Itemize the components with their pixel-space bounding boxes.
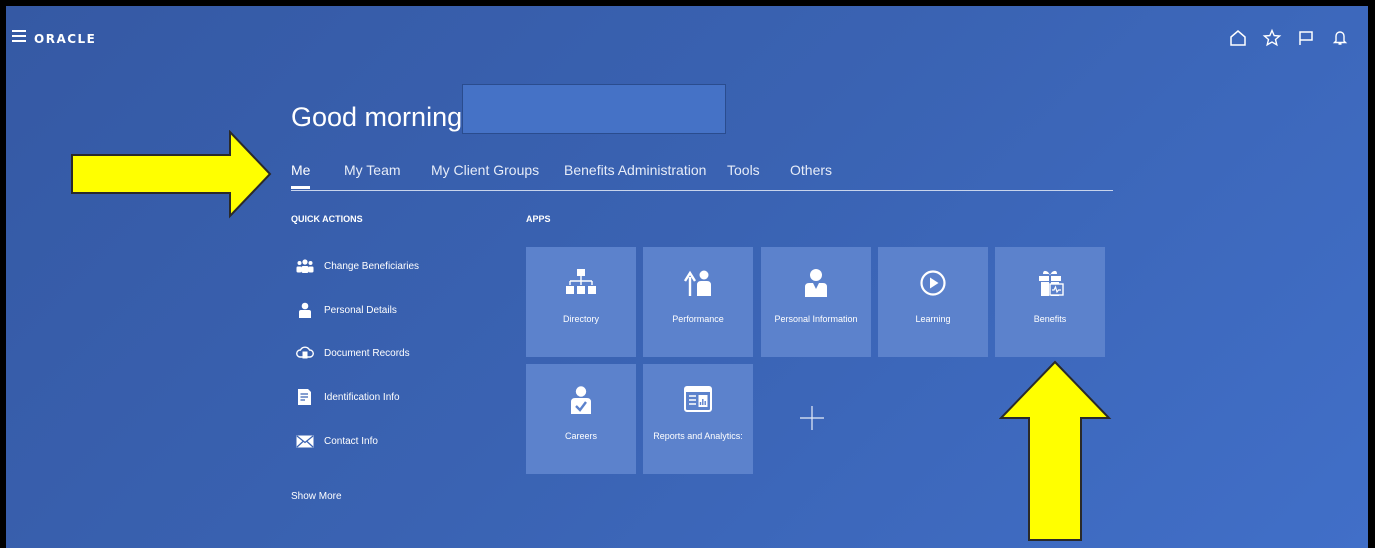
tile-label: Reports and Analytics: — [653, 431, 743, 441]
oracle-logo: ORACLE — [34, 32, 97, 46]
quick-action-label: Identification Info — [324, 391, 400, 403]
quick-action-personal-details[interactable]: Personal Details — [296, 301, 397, 319]
annotation-arrow-right — [71, 130, 272, 219]
quick-action-label: Personal Details — [324, 304, 397, 316]
tab-benefits-administration[interactable]: Benefits Administration — [564, 162, 706, 178]
star-icon[interactable] — [1262, 28, 1282, 48]
tab-my-client-groups[interactable]: My Client Groups — [431, 162, 539, 178]
top-icons — [1228, 28, 1350, 48]
annotation-arrow-up — [999, 360, 1112, 541]
flag-icon[interactable] — [1296, 28, 1316, 48]
quick-action-contact-info[interactable]: Contact Info — [296, 432, 378, 450]
top-bar: ORACLE — [6, 6, 1368, 62]
quick-action-label: Contact Info — [324, 435, 378, 447]
tile-label: Personal Information — [774, 314, 858, 324]
navigation-tabs: Me My Team My Client Groups Benefits Adm… — [291, 162, 1113, 191]
tile-label: Directory — [562, 314, 599, 324]
quick-action-label: Document Records — [324, 347, 410, 359]
cloud-document-icon — [296, 344, 314, 362]
career-icon — [526, 386, 636, 414]
apps-title: APPS — [526, 214, 551, 224]
quick-action-identification-info[interactable]: Identification Info — [296, 388, 400, 406]
people-icon — [296, 257, 314, 275]
tab-others[interactable]: Others — [790, 162, 832, 178]
play-icon — [878, 269, 988, 297]
show-more-link[interactable]: Show More — [291, 491, 342, 502]
home-icon[interactable] — [1228, 28, 1248, 48]
performance-icon — [643, 269, 753, 297]
hamburger-menu-icon[interactable] — [12, 30, 26, 42]
report-icon — [643, 386, 753, 414]
person-icon — [296, 301, 314, 319]
app-tile-performance[interactable]: Performance — [643, 247, 753, 357]
tile-label: Learning — [915, 314, 951, 324]
screenshot-frame: ORACLE Good morning, Me My Team My Clien… — [0, 0, 1375, 548]
org-chart-icon — [526, 269, 636, 297]
quick-action-document-records[interactable]: Document Records — [296, 344, 410, 362]
app-tile-personal-information[interactable]: Personal Information — [761, 247, 871, 357]
tab-me[interactable]: Me — [291, 162, 311, 189]
redacted-name-box — [462, 84, 726, 134]
app-tile-reports-and-analytics[interactable]: Reports and Analytics: — [643, 364, 753, 474]
app-tile-careers[interactable]: Careers — [526, 364, 636, 474]
tile-label: Benefits — [1033, 314, 1067, 324]
add-app-plus-icon[interactable] — [800, 406, 824, 430]
greeting-text: Good morning, — [291, 102, 470, 132]
envelope-icon — [296, 432, 314, 450]
app-tile-learning[interactable]: Learning — [878, 247, 988, 357]
tile-label: Performance — [672, 314, 724, 324]
quick-action-label: Change Beneficiaries — [324, 260, 420, 272]
tab-my-team[interactable]: My Team — [344, 162, 401, 178]
bell-icon[interactable] — [1330, 28, 1350, 48]
quick-action-change-beneficiaries[interactable]: Change Beneficiaries — [296, 257, 419, 275]
oracle-home-page: ORACLE Good morning, Me My Team My Clien… — [6, 6, 1368, 548]
gift-icon — [995, 269, 1105, 297]
quick-actions-title: QUICK ACTIONS — [291, 214, 363, 224]
app-tile-directory[interactable]: Directory — [526, 247, 636, 357]
tab-tools[interactable]: Tools — [727, 162, 760, 178]
app-tile-benefits[interactable]: Benefits — [995, 247, 1105, 357]
tile-label: Careers — [564, 431, 597, 441]
id-document-icon — [296, 388, 314, 406]
person-icon — [761, 269, 871, 297]
